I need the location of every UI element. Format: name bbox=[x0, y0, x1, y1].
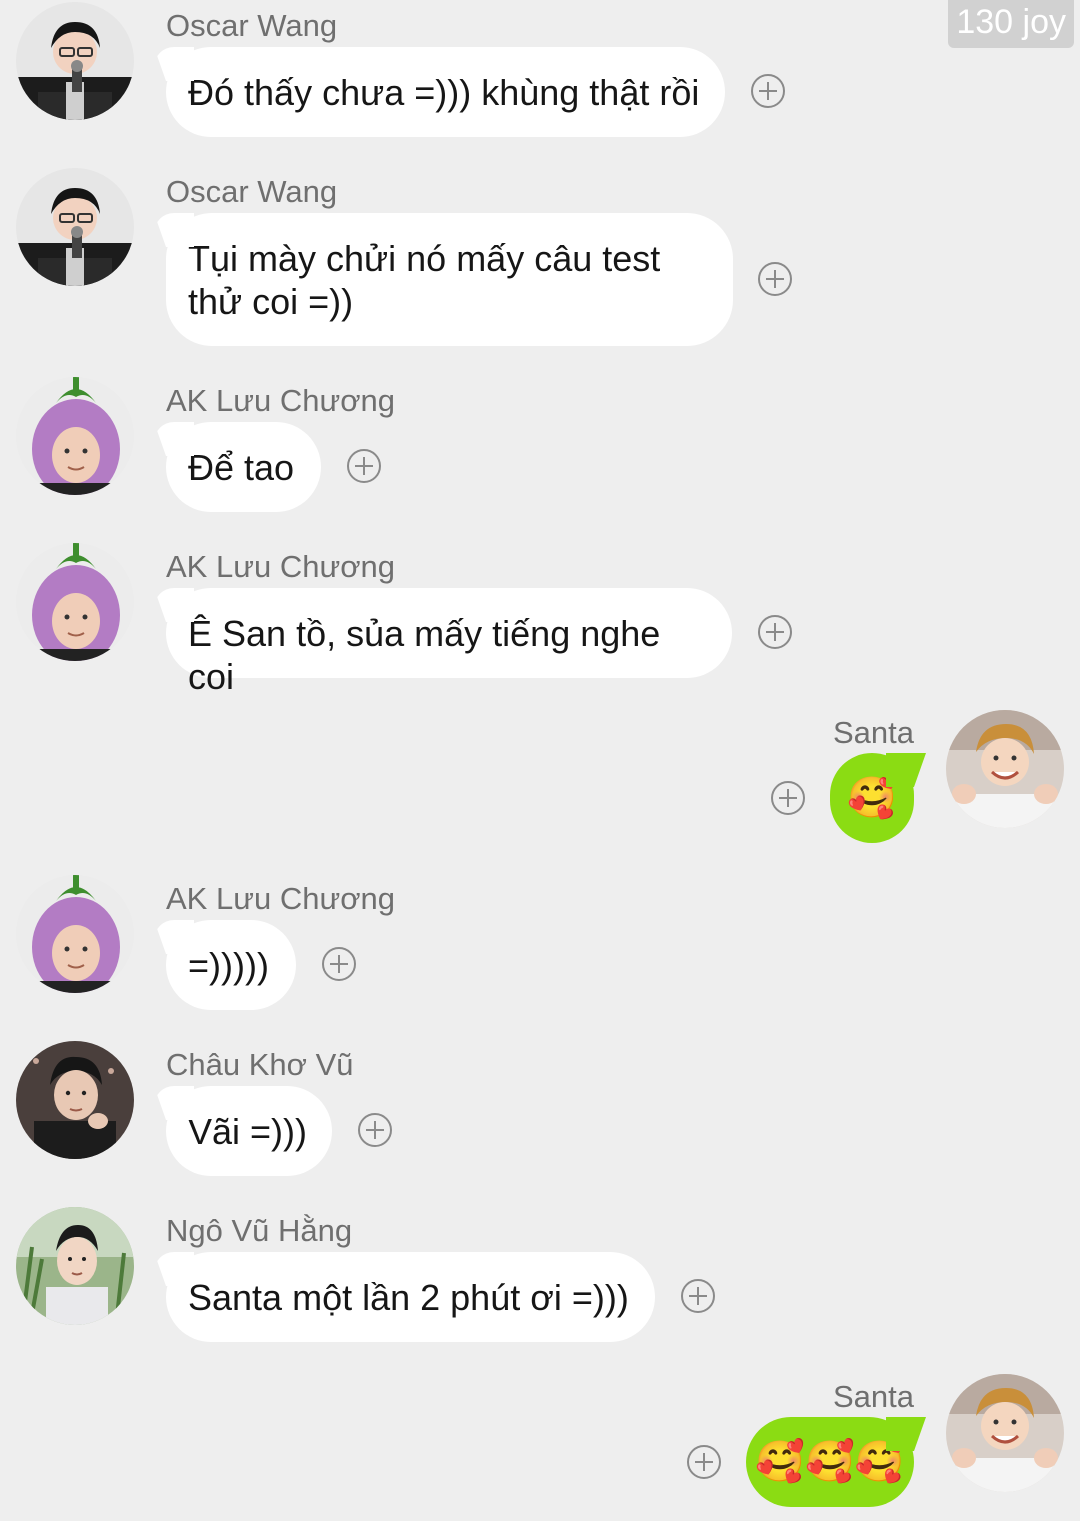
message-bubble[interactable]: 🥰 bbox=[830, 753, 914, 843]
sender-name: AK Lưu Chương bbox=[166, 383, 396, 418]
message-bubble[interactable]: Đó thấy chưa =))) khùng thật rồi bbox=[166, 47, 725, 137]
avatar-ak-luu-chuong[interactable] bbox=[16, 875, 134, 993]
message-bubble[interactable]: Tụi mày chửi nó mấy câu test thử coi =)) bbox=[166, 213, 733, 346]
sender-name: Santa bbox=[833, 715, 915, 750]
sender-name: Oscar Wang bbox=[166, 8, 338, 43]
plus-circle-icon[interactable] bbox=[771, 781, 805, 815]
sender-name: Ngô Vũ Hằng bbox=[166, 1213, 353, 1248]
message-bubble[interactable]: 🥰🥰🥰 bbox=[746, 1417, 914, 1507]
plus-circle-icon[interactable] bbox=[681, 1279, 715, 1313]
message-bubble[interactable]: Ê San tồ, sủa mấy tiếng nghe coi bbox=[166, 588, 732, 697]
avatar-ngo-vu-hang[interactable] bbox=[16, 1207, 134, 1325]
sender-name: Santa bbox=[833, 1379, 915, 1414]
sender-name: AK Lưu Chương bbox=[166, 549, 396, 584]
plus-circle-icon[interactable] bbox=[358, 1113, 392, 1147]
avatar-ak-luu-chuong[interactable] bbox=[16, 377, 134, 495]
plus-circle-icon[interactable] bbox=[687, 1445, 721, 1479]
avatar-santa[interactable] bbox=[946, 710, 1064, 828]
avatar-oscar-wang[interactable] bbox=[16, 168, 134, 286]
plus-circle-icon[interactable] bbox=[758, 615, 792, 649]
watermark-badge: 130 joy bbox=[948, 0, 1074, 48]
plus-circle-icon[interactable] bbox=[751, 74, 785, 108]
plus-circle-icon[interactable] bbox=[347, 449, 381, 483]
message-bubble[interactable]: Vãi =))) bbox=[166, 1086, 332, 1176]
message-bubble[interactable]: =))))) bbox=[166, 920, 296, 1010]
sender-name: Oscar Wang bbox=[166, 174, 338, 209]
sender-name: AK Lưu Chương bbox=[166, 881, 396, 916]
message-bubble[interactable]: Để tao bbox=[166, 422, 321, 512]
message-bubble[interactable]: Santa một lần 2 phút ơi =))) bbox=[166, 1252, 655, 1342]
plus-circle-icon[interactable] bbox=[758, 262, 792, 296]
avatar-oscar-wang[interactable] bbox=[16, 2, 134, 120]
avatar-chau-kho-vu[interactable] bbox=[16, 1041, 134, 1159]
sender-name: Châu Khơ Vũ bbox=[166, 1047, 354, 1082]
avatar-santa[interactable] bbox=[946, 1374, 1064, 1492]
plus-circle-icon[interactable] bbox=[322, 947, 356, 981]
avatar-ak-luu-chuong[interactable] bbox=[16, 543, 134, 661]
